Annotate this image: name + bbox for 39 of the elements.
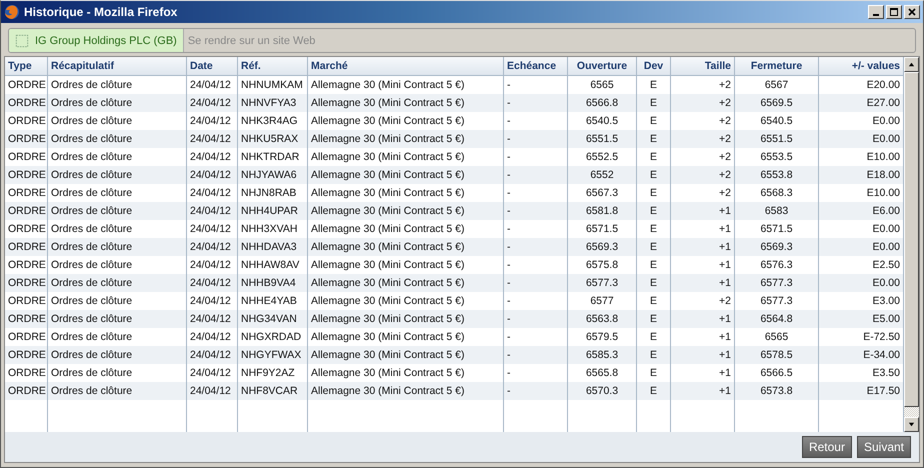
scroll-track[interactable]	[904, 407, 919, 417]
column-header[interactable]: Ouverture	[568, 57, 637, 75]
address-bar[interactable]: IG Group Holdings PLC (GB) Se rendre sur un site Web	[8, 28, 916, 53]
table-cell: -	[504, 382, 568, 400]
table-cell: 24/04/12	[187, 382, 238, 400]
table-cell: 6573.8	[735, 382, 819, 400]
close-button[interactable]	[904, 5, 920, 19]
table-cell: ORDRE	[5, 382, 48, 400]
table-cell: E	[637, 382, 671, 400]
column-header[interactable]: Type	[5, 57, 48, 75]
maximize-icon	[889, 7, 899, 17]
up-arrow-icon	[908, 61, 915, 68]
table-cell: Ordres de clôture	[48, 382, 187, 400]
nav-button[interactable]: Retour	[802, 436, 852, 458]
column-header[interactable]: Echéance	[504, 57, 568, 75]
window-title: Historique - Mozilla Firefox	[24, 5, 178, 19]
column-header[interactable]: Taille	[671, 57, 735, 75]
table-cell: Allemagne 30 (Mini Contract 5 €)	[308, 382, 504, 400]
column-header[interactable]: Date	[187, 57, 238, 75]
nav-button[interactable]: Suivant	[856, 436, 911, 458]
table-cell: 6570.3	[568, 382, 637, 400]
maximize-button[interactable]	[886, 5, 902, 19]
minimize-button[interactable]	[868, 5, 884, 19]
column-header[interactable]: Fermeture	[735, 57, 819, 75]
column-header[interactable]: Marché	[308, 57, 504, 75]
column-header[interactable]: Récapitulatif	[48, 57, 187, 75]
scroll-down-button[interactable]	[904, 417, 919, 432]
down-arrow-icon	[908, 421, 915, 428]
minimize-icon	[873, 14, 879, 16]
url-field[interactable]: Se rendre sur un site Web	[184, 29, 915, 52]
table-cell: +1	[671, 382, 735, 400]
site-icon	[15, 34, 29, 48]
column-header[interactable]: Dev	[637, 57, 671, 75]
browser-logo-icon	[4, 4, 20, 20]
site-identity-button[interactable]: IG Group Holdings PLC (GB)	[9, 29, 184, 52]
column-header[interactable]: Réf.	[238, 57, 308, 75]
close-icon	[907, 7, 917, 17]
scroll-up-button[interactable]	[904, 57, 919, 72]
table-cell: NHF8VCAR	[238, 382, 308, 400]
